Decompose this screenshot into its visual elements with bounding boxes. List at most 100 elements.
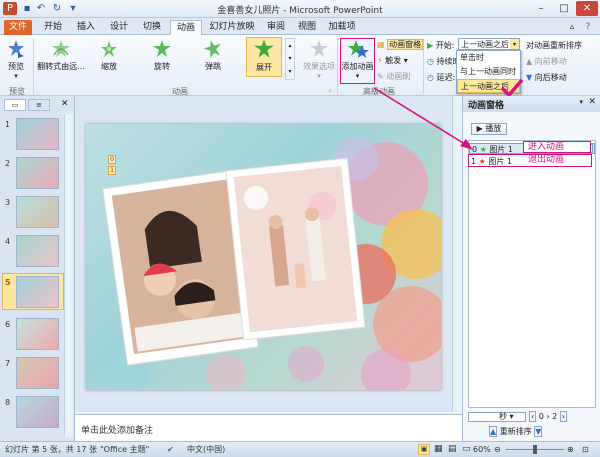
gallery-scroll-button[interactable]: ▴ ▾ ▾ [285, 38, 295, 80]
move-later-button[interactable]: ▼ 向后移动 [526, 72, 567, 83]
tab-transitions[interactable]: 切换 [138, 20, 166, 35]
zoom-out-icon[interactable]: ⊖ [494, 442, 501, 457]
animation-tag-1[interactable]: 1 [108, 166, 116, 175]
outline-tab[interactable]: ≡ [28, 99, 50, 111]
trigger-button[interactable]: ⚡ 触发 ▾ [377, 55, 408, 66]
slide-info: 幻灯片 第 5 张，共 17 张 [5, 445, 97, 454]
anim-painter-label: 动画刷 [386, 72, 411, 81]
pane-menu-icon[interactable]: ▾ [579, 98, 583, 106]
pane-close-icon[interactable]: ✕ [588, 97, 596, 107]
notes-placeholder: 单击此处添加备注 [81, 426, 154, 436]
slide-thumbnail-panel: ▭ ≡ ✕ 1 2 3 4 5 6 7 8 [0, 96, 75, 441]
group-dialog-launcher-icon[interactable]: ⌟ [328, 86, 331, 93]
bounce-star-icon [203, 40, 221, 59]
thumbnail-scrollbar[interactable] [64, 114, 73, 437]
slide-number: 1 [5, 120, 11, 129]
maximize-button[interactable]: □ [553, 1, 575, 16]
flip-star-icon [52, 40, 70, 57]
slide-canvas[interactable]: 0 1 [86, 124, 441, 390]
spellcheck-icon[interactable]: ✔ [167, 442, 174, 457]
slideshow-icon[interactable]: ▭ [462, 442, 471, 457]
notes-pane[interactable]: 单击此处添加备注 [75, 414, 462, 441]
slide-thumbnail[interactable] [16, 318, 59, 350]
duration-icon: ◷ [427, 57, 434, 66]
slide-number: 3 [5, 198, 11, 207]
normal-view-icon[interactable]: ▣ [418, 444, 430, 455]
move-earlier-button[interactable]: ▲ 向前移动 [526, 56, 567, 67]
dropdown-option[interactable]: 与上一动画同时 [457, 65, 520, 79]
slide-sorter-icon[interactable]: ▦ [434, 442, 443, 457]
effect-spin-label: 旋转 [154, 62, 170, 71]
close-panel-icon[interactable]: ✕ [61, 99, 69, 109]
anim-painter-button[interactable]: ✎ 动画刷 [377, 71, 410, 82]
tab-design[interactable]: 设计 [105, 20, 133, 35]
effect-expand-button[interactable]: 展开 [246, 37, 282, 77]
anim-pane-button[interactable]: ▦ 动画窗格 [377, 39, 424, 50]
slide-number: 8 [5, 398, 11, 407]
pager-next-icon[interactable]: › [559, 411, 567, 422]
zoom-in-icon[interactable]: ⊕ [567, 442, 574, 457]
seconds-label: 秒 [499, 412, 507, 421]
start-dropdown-arrow-icon[interactable]: ▾ [510, 39, 519, 49]
slide-number: 6 [5, 320, 11, 329]
close-button[interactable]: ✕ [576, 1, 598, 16]
animation-list: 0 ★ 图片 1 ▾ 1 ★ 图片 1 [468, 140, 596, 408]
tab-insert[interactable]: 插入 [72, 20, 100, 35]
tab-slideshow[interactable]: 幻灯片放映 [205, 20, 259, 35]
dropdown-option[interactable]: 单击时 [457, 51, 520, 65]
delay-label: ◴ 延迟: [427, 72, 455, 83]
reorder-up-icon[interactable]: ▲ [489, 426, 498, 437]
zoom-slider-thumb[interactable] [533, 445, 537, 454]
slide-thumbnail[interactable] [16, 357, 59, 389]
play-icon: ▶ [476, 124, 483, 133]
play-button[interactable]: ▶ 播放 [471, 123, 507, 135]
animation-pane: 动画窗格 ▾ ✕ ▶ 播放 0 ★ 图片 1 ▾ 1 ★ 图片 1 进入动画 退… [462, 96, 600, 441]
language[interactable]: 中文(中国) [187, 442, 225, 457]
pager-start: 0 [538, 412, 544, 421]
slides-tab[interactable]: ▭ [4, 99, 26, 111]
ribbon-tabs: 文件 开始 插入 设计 切换 动画 幻灯片放映 审阅 视图 加载项 ▵ ? [0, 18, 600, 35]
effect-spin-button[interactable]: 旋转 [145, 39, 179, 72]
effect-options-label: 效果选项 [303, 62, 335, 71]
add-animation-label: 添加动画 [341, 62, 374, 71]
slide-thumbnail[interactable] [16, 157, 59, 189]
entrance-annotation: 进入动画 [523, 141, 591, 153]
trigger-label: 触发 [385, 56, 402, 65]
expand-star-icon [254, 39, 274, 58]
pager-prev-icon[interactable]: ‹ [529, 411, 537, 422]
tab-view[interactable]: 视图 [293, 20, 321, 35]
seconds-dropdown[interactable]: 秒 ▾ [468, 412, 526, 422]
animation-pane-header: 动画窗格 ▾ ✕ [463, 96, 600, 112]
effect-bounce-label: 弹跳 [205, 62, 221, 71]
tab-animations[interactable]: 动画 [170, 20, 202, 35]
animation-tag-0[interactable]: 0 [108, 155, 116, 164]
tab-home[interactable]: 开始 [39, 20, 67, 35]
minimize-ribbon-icon[interactable]: ▵ [566, 20, 578, 35]
effect-options-button[interactable]: 效果选项 ▾ [300, 39, 338, 80]
reading-view-icon[interactable]: ▤ [448, 442, 457, 457]
ribbon-separator [33, 38, 34, 94]
add-animation-button[interactable]: 添加动画 ▾ [340, 38, 375, 84]
fit-to-window-icon[interactable]: ⊡ [582, 442, 589, 457]
slide-thumbnail[interactable] [16, 196, 59, 228]
tab-file[interactable]: 文件 [4, 20, 32, 35]
effect-bounce-button[interactable]: 弹跳 [196, 39, 230, 72]
slide-thumbnail[interactable] [16, 235, 59, 267]
checkmark-icon [500, 78, 524, 98]
start-select[interactable]: 上一动画之后 ▾ [458, 38, 520, 50]
preview-button[interactable]: 预览 ▾ [3, 39, 29, 80]
start-label-text: 开始: [435, 41, 455, 50]
minimize-button[interactable]: – [530, 1, 552, 16]
trigger-icon: ⚡ [377, 56, 383, 65]
reorder-down-icon[interactable]: ▼ [534, 426, 543, 437]
effect-zoom-button[interactable]: 缩放 [92, 39, 126, 72]
slide-thumbnail[interactable] [16, 396, 59, 428]
zoom-star-icon [101, 41, 117, 57]
tab-review[interactable]: 审阅 [262, 20, 290, 35]
slide-thumbnail[interactable] [16, 118, 59, 150]
help-icon[interactable]: ? [582, 20, 594, 35]
reorder-label: 重新排序 [499, 427, 532, 436]
tab-addins[interactable]: 加载项 [325, 20, 359, 35]
slide-thumbnail-current[interactable] [16, 276, 59, 308]
effect-flip-button[interactable]: 翻转式由远... [36, 39, 86, 72]
